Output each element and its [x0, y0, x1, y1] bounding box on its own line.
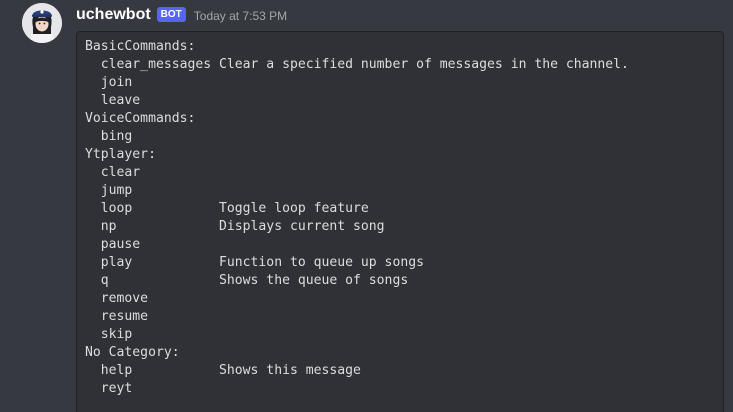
username[interactable]: uchewbot — [76, 6, 151, 24]
code-line: join — [85, 75, 133, 90]
code-line: leave — [85, 93, 141, 108]
code-line: skip — [85, 327, 133, 342]
code-line: Ytplayer: — [85, 147, 156, 162]
code-lines: BasicCommands: clear_messages Clear a sp… — [85, 38, 715, 398]
code-line: resume — [85, 309, 149, 324]
code-line: BasicCommands: — [85, 39, 196, 54]
code-line: q Shows the queue of songs — [85, 273, 409, 288]
code-line: bing — [85, 129, 133, 144]
code-line: remove — [85, 291, 149, 306]
code-block: BasicCommands: clear_messages Clear a sp… — [76, 31, 724, 412]
code-line: help Shows this message — [85, 363, 361, 378]
code-line: play Function to queue up songs — [85, 255, 424, 270]
code-line: jump — [85, 183, 133, 198]
code-line: pause — [85, 237, 141, 252]
message-header: uchewbot BOT Today at 7:53 PM — [76, 4, 287, 26]
user-avatar-icon[interactable] — [22, 3, 62, 43]
code-line: No Category: — [85, 345, 180, 360]
code-line: clear — [85, 165, 141, 180]
chat-message: uchewbot BOT Today at 7:53 PM BasicComma… — [0, 0, 733, 412]
code-line: np Displays current song — [85, 219, 385, 234]
code-line: clear_messages Clear a specified number … — [85, 57, 629, 72]
code-line: loop Toggle loop feature — [85, 201, 369, 216]
bot-tag: BOT — [156, 6, 186, 22]
code-line: VoiceCommands: — [85, 111, 196, 126]
code-line: reyt — [85, 381, 133, 396]
message-timestamp[interactable]: Today at 7:53 PM — [194, 9, 287, 23]
